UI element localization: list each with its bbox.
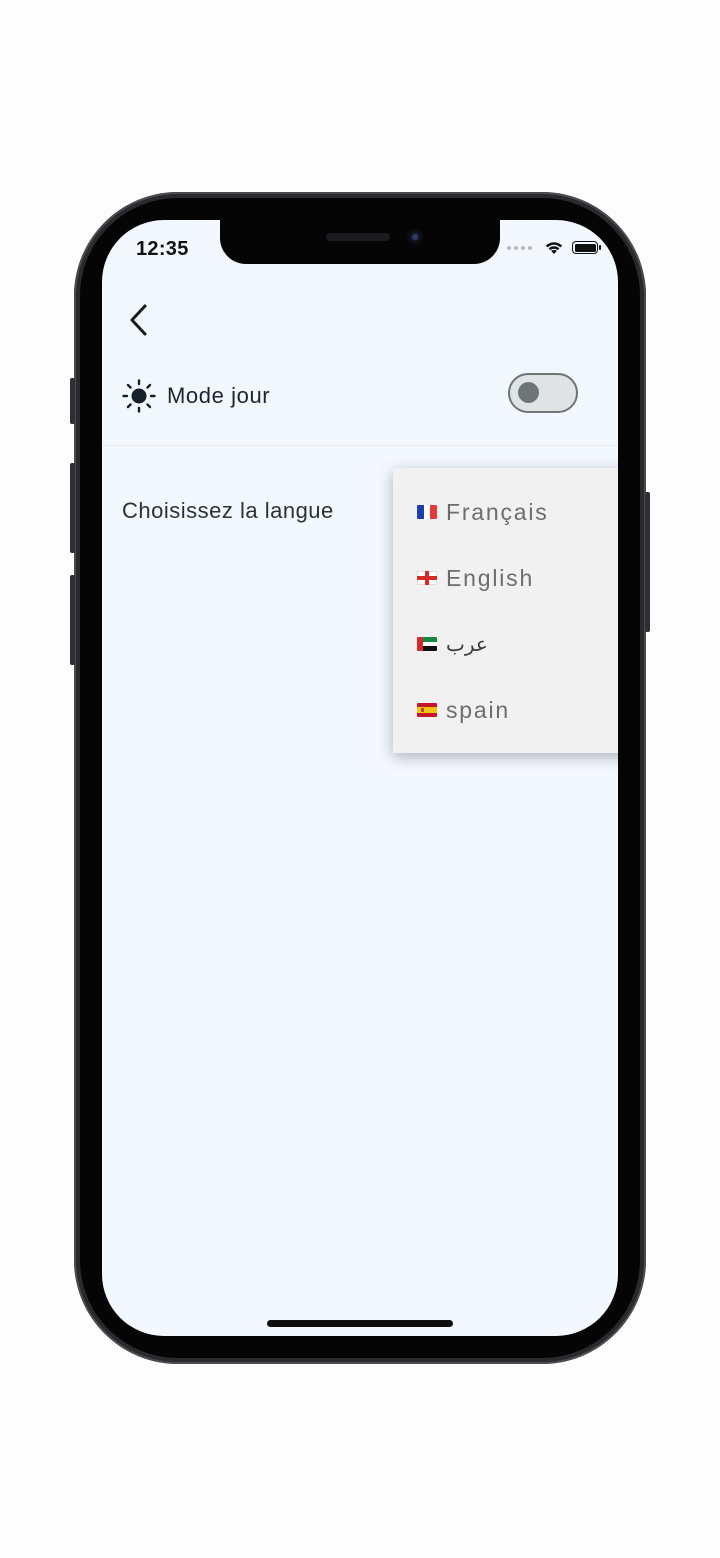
france-flag-icon (417, 505, 437, 519)
spain-flag-icon (417, 703, 437, 717)
back-arrow-icon[interactable] (124, 302, 156, 338)
language-option-spain[interactable]: spain (393, 677, 618, 743)
language-label: Choisissez la langue (122, 498, 334, 523)
uae-flag-icon (417, 637, 437, 651)
cellular-signal-icon (507, 245, 532, 250)
volume-down-button (70, 575, 75, 665)
language-option-label: English (446, 564, 535, 591)
day-mode-toggle[interactable] (508, 373, 578, 413)
language-option-label: spain (446, 696, 510, 723)
toggle-knob (518, 382, 539, 403)
day-mode-row: Mode jour (102, 365, 618, 446)
silent-switch (70, 378, 75, 424)
battery-icon (572, 241, 601, 254)
status-time: 12:35 (136, 238, 189, 260)
power-button (645, 492, 650, 632)
speaker-grille (326, 233, 390, 241)
app-screen: 12:35 Mode jour Choisissez la langue Fra… (102, 220, 618, 1336)
status-icons (507, 240, 601, 255)
home-indicator (267, 1320, 453, 1327)
notch (220, 220, 500, 264)
day-mode-label: Mode jour (167, 383, 271, 408)
language-option-francais[interactable]: Français (393, 479, 618, 545)
volume-up-button (70, 463, 75, 553)
language-option-arabic[interactable]: عرب (393, 611, 618, 677)
language-option-label: عرب (446, 632, 488, 656)
language-option-label: Français (446, 498, 549, 525)
language-dropdown-menu: Français English عرب spain (393, 468, 618, 753)
wifi-icon (545, 242, 563, 254)
england-flag-icon (417, 571, 437, 585)
language-option-english[interactable]: English (393, 545, 618, 611)
sun-icon (122, 379, 156, 413)
front-camera (407, 229, 423, 245)
